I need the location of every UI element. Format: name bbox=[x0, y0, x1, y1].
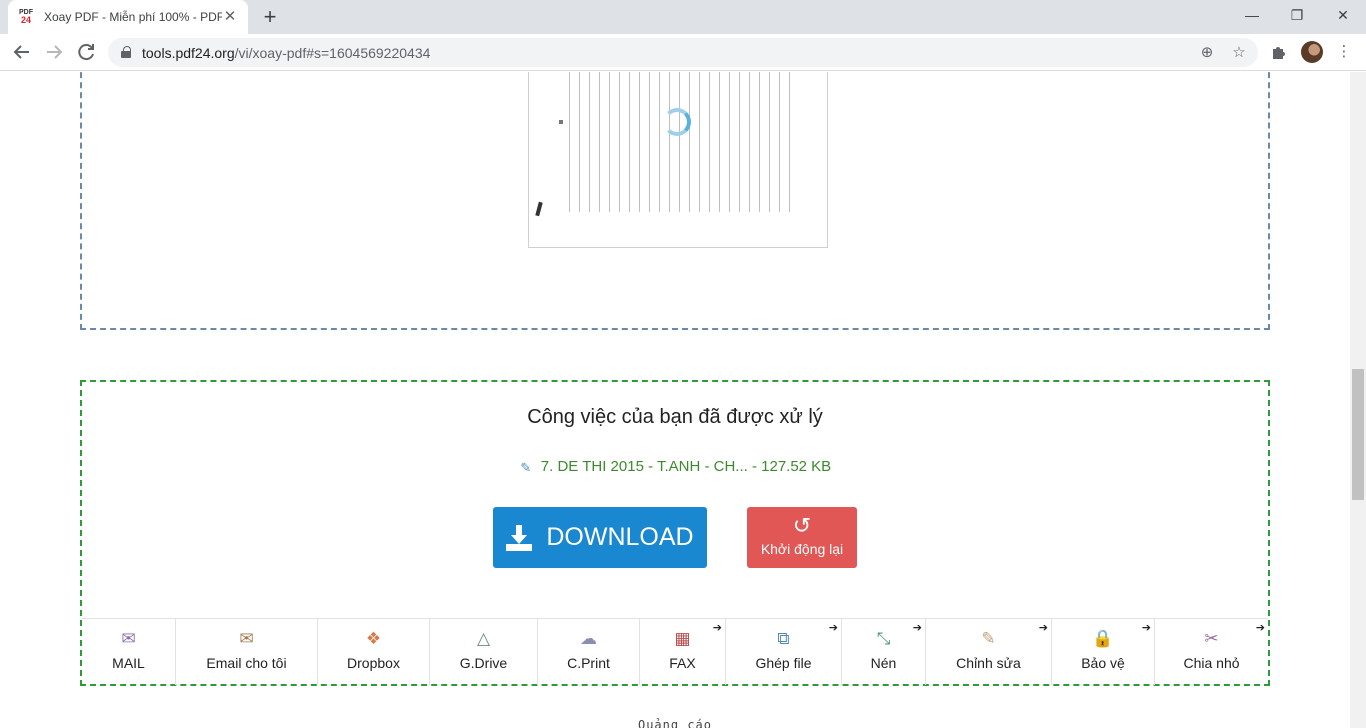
page-content: Công việc của bạn đã được xử lý ✎ 7. DE T… bbox=[0, 72, 1350, 728]
result-panel: Công việc của bạn đã được xử lý ✎ 7. DE T… bbox=[80, 380, 1270, 686]
arrow-right-icon: ➔ bbox=[712, 622, 722, 634]
action-email-cho-t-i[interactable]: ✉ Email cho tôi bbox=[176, 619, 318, 685]
action-label: C.Print bbox=[567, 655, 610, 671]
undo-icon: ↺ bbox=[792, 513, 812, 538]
file-info[interactable]: ✎ 7. DE THI 2015 - T.ANH - CH... - 127.52… bbox=[82, 458, 1268, 475]
action-label: Chỉnh sửa bbox=[956, 655, 1021, 671]
ad-label: Quảng cáo bbox=[637, 718, 713, 728]
action-label: Email cho tôi bbox=[206, 655, 287, 671]
action-label: MAIL bbox=[112, 655, 145, 671]
file-label: 7. DE THI 2015 - T.ANH - CH... - 127.52 … bbox=[540, 458, 832, 475]
back-button[interactable] bbox=[8, 38, 36, 66]
minimize-button[interactable]: — bbox=[1229, 0, 1275, 30]
maximize-button[interactable]: ❐ bbox=[1274, 0, 1320, 30]
envelope-icon: ✉ bbox=[121, 629, 136, 648]
action-label: FAX bbox=[669, 655, 696, 671]
new-tab-button[interactable]: + bbox=[258, 6, 282, 30]
pdf-page-thumbnail[interactable] bbox=[528, 72, 828, 248]
tab-close-icon[interactable]: ✕ bbox=[222, 9, 238, 25]
profile-avatar[interactable] bbox=[1301, 41, 1323, 63]
puzzle-icon bbox=[1273, 47, 1285, 59]
lock-icon: 🔒 bbox=[1092, 629, 1114, 648]
restart-label: Khởi động lại bbox=[760, 541, 844, 557]
action-label: Nén bbox=[870, 655, 897, 671]
browser-toolbar: tools.pdf24.org/vi/xoay-pdf#s=1604569220… bbox=[0, 34, 1366, 71]
arrow-right-icon: ➔ bbox=[912, 622, 922, 634]
reload-button[interactable] bbox=[72, 38, 100, 66]
download-label: DOWNLOAD bbox=[546, 523, 694, 551]
action-ch-nh-s-a[interactable]: ✎ Chỉnh sửa ➔ bbox=[926, 619, 1052, 685]
url-text: tools.pdf24.org/vi/xoay-pdf#s=1604569220… bbox=[142, 45, 431, 61]
drive-icon: △ bbox=[476, 629, 491, 648]
rotate-spinner-icon[interactable] bbox=[663, 108, 691, 136]
action-label: G.Drive bbox=[459, 655, 508, 671]
add-icon[interactable]: ⊕ bbox=[1196, 42, 1218, 64]
arrow-right-icon: ➔ bbox=[1255, 622, 1265, 634]
pdf-preview-area bbox=[80, 72, 1270, 330]
download-button[interactable]: DOWNLOAD bbox=[493, 507, 707, 568]
action-g-drive[interactable]: △ G.Drive bbox=[430, 619, 538, 685]
action-label: Bảo vệ bbox=[1081, 655, 1125, 671]
action-label: Chia nhỏ bbox=[1183, 655, 1240, 671]
page-text-lines bbox=[569, 72, 799, 212]
action-bar: ✉ MAIL ✉ Email cho tôi ❖ Dropbox △ G.Drive ☁ C.Pr… bbox=[82, 618, 1268, 685]
action-c-print[interactable]: ☁ C.Print bbox=[538, 619, 640, 685]
action-dropbox[interactable]: ❖ Dropbox bbox=[318, 619, 430, 685]
tab-strip: PDF 24 Xoay PDF - Miễn phí 100% - PDF ✕ … bbox=[0, 0, 1366, 34]
arrow-left-icon bbox=[13, 45, 29, 59]
action-chia-nh-[interactable]: ✂ Chia nhỏ ➔ bbox=[1155, 619, 1268, 685]
envelope-icon: ✉ bbox=[239, 629, 254, 648]
action-fax[interactable]: ▦ FAX ➔ bbox=[640, 619, 726, 685]
restart-button[interactable]: ↺ Khởi động lại bbox=[747, 507, 857, 568]
action-n-n[interactable]: ⤡ Nén ➔ bbox=[842, 619, 926, 685]
browser-tab[interactable]: PDF 24 Xoay PDF - Miễn phí 100% - PDF ✕ bbox=[8, 0, 248, 34]
reload-icon bbox=[78, 44, 94, 61]
action-label: Dropbox bbox=[347, 655, 400, 671]
result-title: Công việc của bạn đã được xử lý bbox=[527, 406, 823, 428]
scissors-icon: ✂ bbox=[1204, 629, 1219, 648]
action-label: Ghép file bbox=[755, 655, 812, 671]
menu-kebab-icon[interactable]: ⋮ bbox=[1333, 41, 1355, 63]
action-b-o-v-[interactable]: 🔒 Bảo vệ ➔ bbox=[1052, 619, 1155, 685]
forward-button[interactable] bbox=[40, 38, 68, 66]
action-mail[interactable]: ✉ MAIL bbox=[82, 619, 176, 685]
action-gh-p-file[interactable]: ⧉ Ghép file ➔ bbox=[726, 619, 842, 685]
cloud-print-icon: ☁ bbox=[580, 629, 597, 648]
arrow-right-icon bbox=[47, 45, 63, 59]
pdf24-favicon-icon: PDF 24 bbox=[19, 9, 33, 25]
arrow-right-icon: ➔ bbox=[828, 622, 838, 634]
pencil-icon: ✎ bbox=[981, 629, 996, 648]
tab-title: Xoay PDF - Miễn phí 100% - PDF bbox=[44, 10, 222, 24]
download-icon bbox=[506, 524, 533, 551]
arrow-right-icon: ➔ bbox=[1141, 622, 1151, 634]
merge-icon: ⧉ bbox=[777, 629, 790, 648]
page-scrollbar[interactable] bbox=[1350, 72, 1366, 728]
dropbox-icon: ❖ bbox=[365, 629, 382, 648]
lock-icon bbox=[121, 46, 131, 58]
arrow-right-icon: ➔ bbox=[1038, 622, 1048, 634]
scrollbar-thumb[interactable] bbox=[1352, 369, 1364, 500]
pencil-icon: ✎ bbox=[520, 460, 532, 475]
address-bar[interactable]: tools.pdf24.org/vi/xoay-pdf#s=1604569220… bbox=[108, 38, 1258, 67]
close-window-button[interactable]: ✕ bbox=[1320, 0, 1366, 30]
bookmark-star-icon[interactable]: ☆ bbox=[1228, 42, 1250, 64]
extensions-puzzle-icon[interactable] bbox=[1268, 41, 1290, 63]
